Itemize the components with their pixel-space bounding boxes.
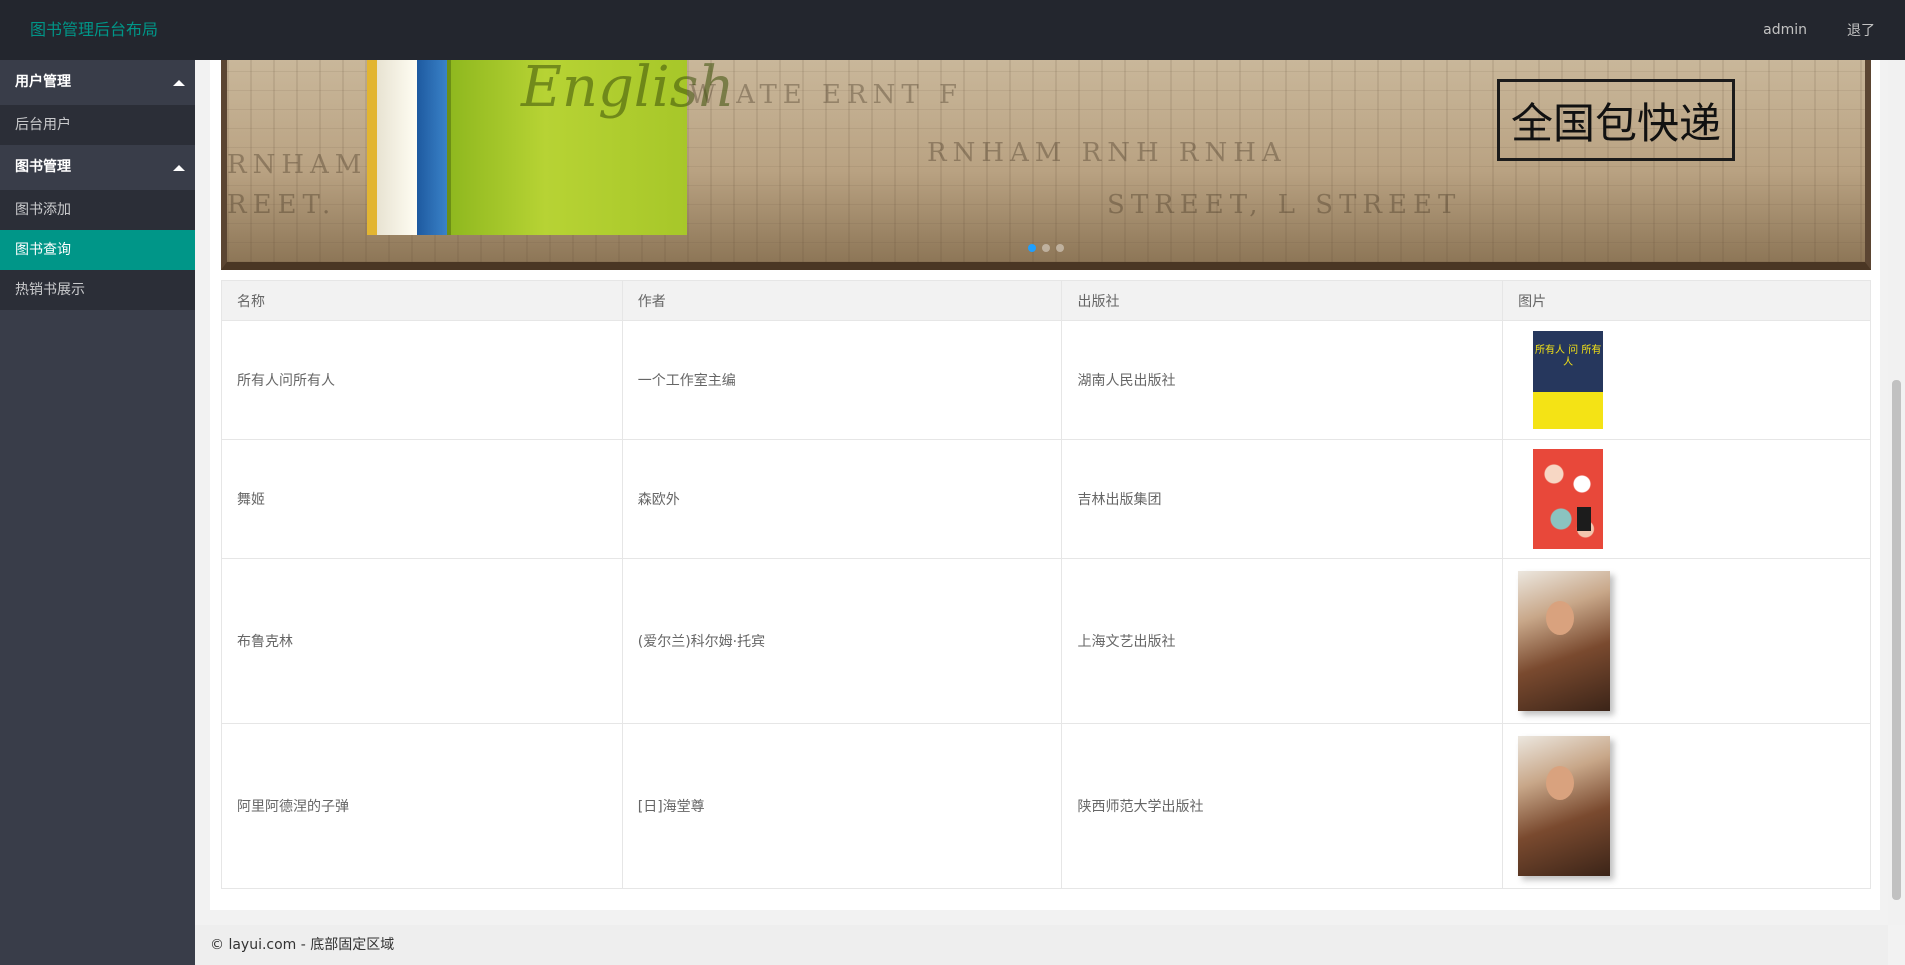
sidebar-group-users[interactable]: 用户管理 xyxy=(0,60,195,105)
carousel-indicators xyxy=(227,244,1865,252)
cell-publisher: 湖南人民出版社 xyxy=(1061,320,1504,440)
banner-express-box: 全国包快递 xyxy=(1497,79,1735,161)
table-row[interactable]: 舞姬 森欧外 吉林出版集团 xyxy=(221,439,1871,559)
sidebar-group-label: 用户管理 xyxy=(15,74,71,90)
cell-image: 所有人 问 所有人 xyxy=(1502,320,1871,440)
cover-portrait xyxy=(1546,601,1575,635)
book-spine-blue xyxy=(417,60,447,235)
book-cover-image: 所有人 问 所有人 xyxy=(1533,331,1604,429)
sidebar-item-add-book[interactable]: 图书添加 xyxy=(0,190,195,230)
book-spine-white xyxy=(377,60,417,235)
cover-portrait xyxy=(1546,766,1575,800)
sidebar-submenu-books: 图书添加 图书查询 热销书展示 xyxy=(0,190,195,310)
carousel-dot[interactable] xyxy=(1056,244,1064,252)
cell-publisher: 上海文艺出版社 xyxy=(1061,558,1504,724)
sidebar: 用户管理 后台用户 图书管理 图书添加 图书查询 热销书展示 xyxy=(0,60,195,965)
banner-carousel[interactable]: ANNR W ATE ERNT F RNHAM RNH RNHA STREET,… xyxy=(221,60,1871,270)
scrollbar-thumb[interactable] xyxy=(1892,380,1901,900)
paper-texture: REET. xyxy=(227,190,337,220)
table-header-row: 名称 作者 出版社 图片 xyxy=(221,280,1871,321)
sidebar-group-label: 图书管理 xyxy=(15,159,71,175)
paper-texture: RNHAM xyxy=(227,150,368,180)
cell-image xyxy=(1502,558,1871,724)
column-header-publisher: 出版社 xyxy=(1061,280,1504,321)
sidebar-item-admin-users[interactable]: 后台用户 xyxy=(0,105,195,145)
table-row[interactable]: 所有人问所有人 一个工作室主编 湖南人民出版社 所有人 问 所有人 xyxy=(221,320,1871,440)
book-cover-green: English xyxy=(447,60,734,235)
header-user-nav: admin 退了 xyxy=(1723,0,1875,60)
app-logo[interactable]: 图书管理后台布局 xyxy=(30,0,158,60)
sidebar-item-query-book[interactable]: 图书查询 xyxy=(0,230,195,270)
cover-text: 所有人 问 所有人 xyxy=(1534,345,1602,368)
top-header: 图书管理后台布局 admin 退了 xyxy=(0,0,1905,60)
table-row[interactable]: 阿里阿德涅的子弹 [日]海堂尊 陕西师范大学出版社 xyxy=(221,723,1871,889)
book-table: 名称 作者 出版社 图片 所有人问所有人 一个工作室主编 湖南人民出版社 所有人… xyxy=(221,280,1871,889)
carousel-dot[interactable] xyxy=(1028,244,1036,252)
cell-name: 布鲁克林 xyxy=(221,558,623,724)
vertical-scrollbar[interactable] xyxy=(1888,60,1905,925)
sidebar-item-bestsellers[interactable]: 热销书展示 xyxy=(0,270,195,310)
column-header-image: 图片 xyxy=(1502,280,1871,321)
cell-name: 阿里阿德涅的子弹 xyxy=(221,723,623,889)
cell-author: (爱尔兰)科尔姆·托宾 xyxy=(621,558,1063,724)
cell-author: 一个工作室主编 xyxy=(621,320,1063,440)
cell-image xyxy=(1502,723,1871,889)
footer-text: © layui.com - 底部固定区域 xyxy=(210,937,395,953)
sidebar-group-books[interactable]: 图书管理 xyxy=(0,145,195,190)
caret-up-icon xyxy=(173,80,185,86)
user-menu[interactable]: admin xyxy=(1763,22,1807,38)
table-row[interactable]: 布鲁克林 (爱尔兰)科尔姆·托宾 上海文艺出版社 xyxy=(221,558,1871,724)
cell-image xyxy=(1502,439,1871,559)
column-header-name: 名称 xyxy=(221,280,623,321)
book-cover-image xyxy=(1518,736,1611,876)
cell-publisher: 吉林出版集团 xyxy=(1061,439,1504,559)
cell-name: 舞姬 xyxy=(221,439,623,559)
book-cover-image xyxy=(1533,449,1604,549)
cover-tag xyxy=(1577,507,1592,531)
paper-texture: RNHAM RNH RNHA xyxy=(927,138,1287,168)
cell-name: 所有人问所有人 xyxy=(221,320,623,440)
carousel-dot[interactable] xyxy=(1042,244,1050,252)
cell-author: 森欧外 xyxy=(621,439,1063,559)
sidebar-submenu-users: 后台用户 xyxy=(0,105,195,145)
footer: © layui.com - 底部固定区域 xyxy=(195,925,1888,965)
caret-up-icon xyxy=(173,165,185,171)
cell-author: [日]海堂尊 xyxy=(621,723,1063,889)
column-header-author: 作者 xyxy=(621,280,1063,321)
cell-publisher: 陕西师范大学出版社 xyxy=(1061,723,1504,889)
logout-link[interactable]: 退了 xyxy=(1847,20,1875,40)
book-cover-title: English xyxy=(521,60,735,120)
paper-texture: STREET, L STREET xyxy=(1107,190,1462,220)
book-cover-image xyxy=(1518,571,1611,711)
